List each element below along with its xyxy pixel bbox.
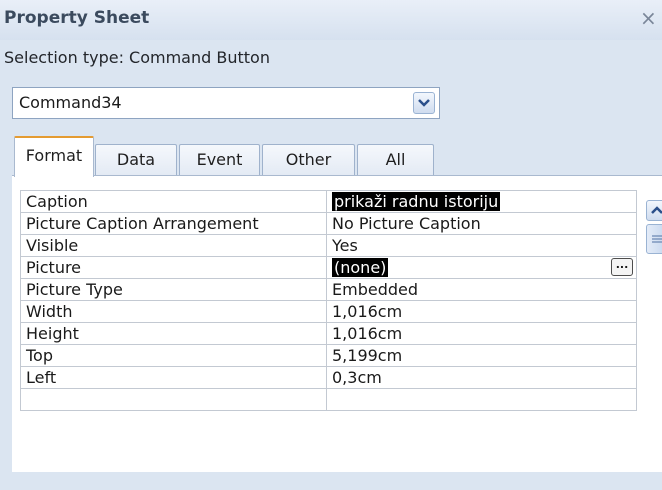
title-bar: Property Sheet × xyxy=(0,0,662,40)
close-icon[interactable]: × xyxy=(640,6,657,30)
property-grid: Caption prikaži radnu istoriju Picture C… xyxy=(20,190,637,411)
dropdown-button[interactable] xyxy=(413,92,435,114)
property-name xyxy=(20,388,327,411)
property-value[interactable]: No Picture Caption xyxy=(326,212,637,235)
property-name: Caption xyxy=(20,190,327,213)
grip-icon xyxy=(652,235,662,243)
property-name: Picture Type xyxy=(20,278,327,301)
tab-all[interactable]: All xyxy=(357,144,434,176)
object-selector-value: Command34 xyxy=(19,93,122,112)
property-row-picture[interactable]: Picture (none) ... xyxy=(20,256,637,279)
property-name: Picture Caption Arrangement xyxy=(20,212,327,235)
tab-format[interactable]: Format xyxy=(14,136,94,177)
property-row-picture-type[interactable]: Picture Type Embedded xyxy=(20,278,637,301)
property-row-visible[interactable]: Visible Yes xyxy=(20,234,637,257)
chevron-up-icon xyxy=(651,206,662,214)
chevron-down-icon xyxy=(418,99,430,107)
property-value[interactable] xyxy=(326,388,637,411)
property-value[interactable]: Embedded xyxy=(326,278,637,301)
property-row-partial[interactable] xyxy=(20,388,637,411)
selection-type-label: Selection type: Command Button xyxy=(4,48,270,67)
tab-other[interactable]: Other xyxy=(262,144,355,176)
window-title: Property Sheet xyxy=(4,8,150,28)
property-value[interactable]: (none) xyxy=(332,258,389,277)
property-value[interactable]: 1,016cm xyxy=(326,322,637,345)
property-value[interactable]: Yes xyxy=(326,234,637,257)
builder-button[interactable]: ... xyxy=(611,258,633,276)
property-value-cell[interactable]: (none) ... xyxy=(326,256,637,279)
property-value[interactable]: 1,016cm xyxy=(326,300,637,323)
property-name: Picture xyxy=(20,256,327,279)
property-value-cell[interactable]: prikaži radnu istoriju xyxy=(326,190,637,213)
property-value[interactable]: 5,199cm xyxy=(326,344,637,367)
property-row-left[interactable]: Left 0,3cm xyxy=(20,366,637,389)
tab-data[interactable]: Data xyxy=(95,144,177,176)
scroll-thumb[interactable] xyxy=(646,224,662,254)
scroll-up-button[interactable] xyxy=(646,200,662,221)
tab-event[interactable]: Event xyxy=(179,144,260,176)
property-row-caption[interactable]: Caption prikaži radnu istoriju xyxy=(20,190,637,213)
property-name: Width xyxy=(20,300,327,323)
property-name: Top xyxy=(20,344,327,367)
property-row-height[interactable]: Height 1,016cm xyxy=(20,322,637,345)
property-row-picture-caption-arrangement[interactable]: Picture Caption Arrangement No Picture C… xyxy=(20,212,637,235)
property-row-width[interactable]: Width 1,016cm xyxy=(20,300,637,323)
property-panel: Caption prikaži radnu istoriju Picture C… xyxy=(12,175,662,472)
object-selector-combo[interactable]: Command34 xyxy=(12,87,440,119)
property-name: Left xyxy=(20,366,327,389)
vertical-scrollbar[interactable] xyxy=(646,200,662,490)
property-name: Height xyxy=(20,322,327,345)
property-row-top[interactable]: Top 5,199cm xyxy=(20,344,637,367)
property-value[interactable]: prikaži radnu istoriju xyxy=(332,192,501,211)
property-name: Visible xyxy=(20,234,327,257)
property-value[interactable]: 0,3cm xyxy=(326,366,637,389)
